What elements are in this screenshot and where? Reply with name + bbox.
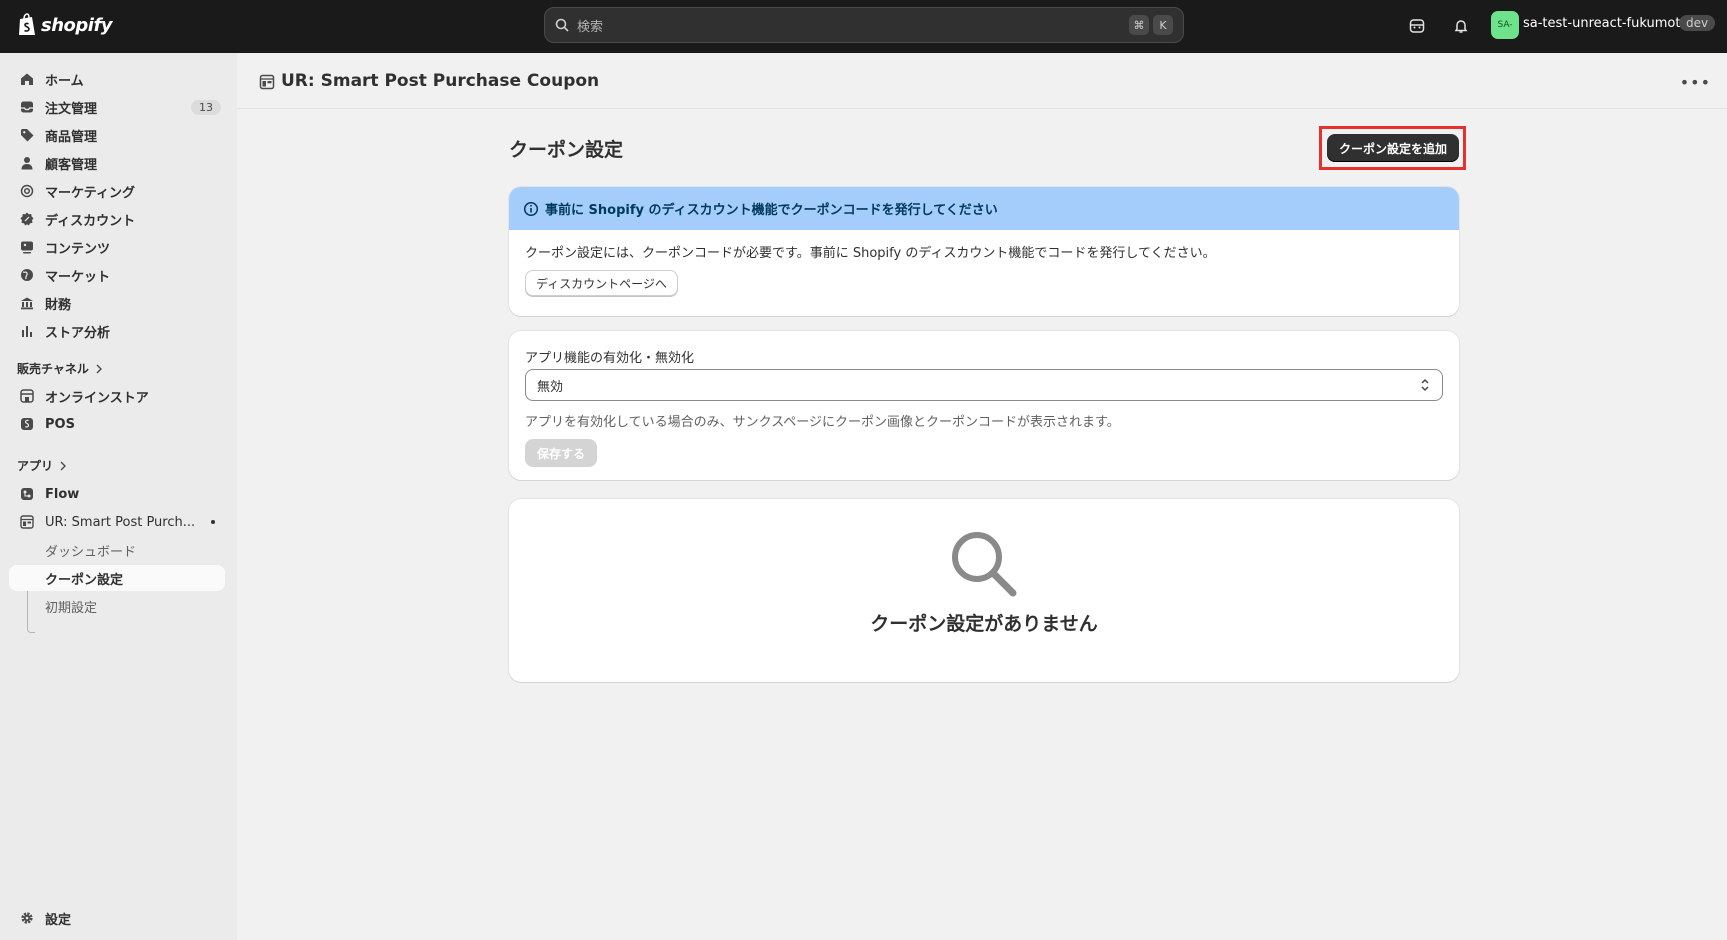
sidebar-item-label: ストア分析 [45, 325, 111, 341]
shortcut-k-key: K [1153, 15, 1173, 35]
discount-page-button[interactable]: ディスカウントページへ [525, 270, 678, 296]
chevron-right-icon [96, 364, 102, 373]
sidebar-item-label: ディスカウント [45, 213, 136, 229]
select-chevron-icon [1421, 378, 1429, 392]
page-title: UR: Smart Post Purchase Coupon [281, 71, 600, 91]
tree-corner [27, 627, 35, 633]
flow-icon [19, 486, 35, 502]
sidebar-item-pos[interactable]: POS [9, 411, 225, 437]
shopify-logo[interactable]: shopify [17, 13, 113, 37]
sidebar-item-label: UR: Smart Post Purch... [45, 514, 196, 530]
sidebar-item-label: ダッシュボード [45, 544, 137, 560]
sidebar-item-orders[interactable]: 注文管理 13 [9, 94, 225, 120]
sidebar-item-label: 初期設定 [45, 600, 98, 616]
orders-count-badge: 13 [191, 99, 221, 115]
search-bar[interactable]: 検索 ⌘ K [544, 7, 1184, 43]
sidebar-item-label: ホーム [45, 73, 84, 89]
toggle-field-label: アプリ機能の有効化・無効化 [525, 351, 695, 366]
sidebar-item-label: 注文管理 [45, 101, 98, 117]
sidebar-item-markets[interactable]: マーケット [9, 262, 225, 288]
add-coupon-setting-button[interactable]: クーポン設定を追加 [1327, 134, 1459, 162]
pin-dot [211, 520, 215, 524]
sidebar-subitem-initial-settings[interactable]: 初期設定 [9, 593, 225, 619]
pos-icon [19, 416, 35, 432]
sidebar-item-analytics[interactable]: ストア分析 [9, 318, 225, 344]
sidebar-item-smart-post-purchase[interactable]: UR: Smart Post Purch... [9, 509, 225, 535]
more-actions-icon[interactable]: ••• [1680, 73, 1711, 92]
logo-text: shopify [41, 14, 113, 36]
bank-icon [19, 295, 35, 311]
sidebar-item-label: コンテンツ [45, 241, 111, 257]
app-toggle-card: アプリ機能の有効化・無効化 無効 アプリを有効化している場合のみ、サンクスページ… [509, 331, 1459, 480]
banner-title: 事前に Shopify のディスカウント機能でクーポンコードを発行してください [545, 203, 998, 218]
save-button[interactable]: 保存する [525, 439, 597, 467]
sidebar-item-settings[interactable]: 設定 [9, 905, 225, 931]
sidebar-item-marketing[interactable]: マーケティング [9, 178, 225, 204]
toggle-help-text: アプリを有効化している場合のみ、サンクスページにクーポン画像とクーポンコードが表… [525, 415, 1120, 430]
target-icon [19, 183, 35, 199]
sidebar-item-finance[interactable]: 財務 [9, 290, 225, 316]
store-name[interactable]: sa-test-unreact-fukumoto [1523, 16, 1688, 31]
person-icon [19, 155, 35, 171]
empty-state-card: クーポン設定がありません [509, 499, 1459, 682]
search-icon [952, 532, 1017, 597]
app-icon [19, 514, 35, 530]
app-status-select[interactable]: 無効 [525, 369, 1443, 401]
sidebar-item-flow[interactable]: Flow [9, 481, 225, 507]
apps-heading[interactable]: アプリ [17, 457, 67, 474]
info-banner: 事前に Shopify のディスカウント機能でクーポンコードを発行してください … [509, 187, 1459, 316]
sidebar-item-label: POS [45, 416, 75, 432]
tag-icon [19, 127, 35, 143]
main-content: UR: Smart Post Purchase Coupon ••• クーポン設… [237, 53, 1727, 940]
search-placeholder: 検索 [577, 19, 604, 35]
sidebar-item-products[interactable]: 商品管理 [9, 122, 225, 148]
banner-header: 事前に Shopify のディスカウント機能でクーポンコードを発行してください [509, 187, 1459, 230]
empty-state-text: クーポン設定がありません [870, 613, 1098, 635]
app-icon [259, 74, 275, 90]
sidebar-item-discounts[interactable]: ディスカウント [9, 206, 225, 232]
sidebar-item-label: 財務 [45, 297, 72, 313]
search-icon [555, 18, 569, 32]
select-value: 無効 [537, 379, 564, 395]
sidebar-item-label: マーケティング [45, 185, 135, 201]
bell-icon[interactable] [1450, 15, 1472, 37]
sidebar-item-online-store[interactable]: オンラインストア [9, 383, 225, 409]
section-title: クーポン設定 [509, 139, 624, 161]
home-icon [19, 71, 35, 87]
sidebar-item-label: マーケット [45, 269, 111, 285]
sales-channels-heading-label: 販売チャネル [17, 362, 89, 376]
shortcut-cmd-key: ⌘ [1129, 15, 1149, 35]
sidebar-item-label: Flow [45, 486, 80, 502]
dev-badge: dev [1679, 15, 1716, 31]
storefront-icon [19, 388, 35, 404]
banner-text: クーポン設定には、クーポンコードが必要です。事前に Shopify のディスカウ… [525, 246, 1216, 261]
discount-icon [19, 211, 35, 227]
sidebar: ホーム 注文管理 13 商品管理 顧客管理 マーケティング ディスカウント コン… [0, 53, 237, 940]
sidebar-item-label: 顧客管理 [45, 157, 98, 173]
sidebar-item-label: 商品管理 [45, 129, 98, 145]
content-icon [19, 239, 35, 255]
page-header: UR: Smart Post Purchase Coupon ••• [237, 53, 1727, 109]
sidekick-icon[interactable] [1406, 15, 1428, 37]
sidebar-item-label: オンラインストア [45, 390, 149, 406]
sales-channels-heading[interactable]: 販売チャネル [17, 360, 103, 377]
sidebar-item-content[interactable]: コンテンツ [9, 234, 225, 260]
top-bar: shopify 検索 ⌘ K SA- sa-test-unreact-fukum… [0, 0, 1727, 53]
sidebar-subitem-dashboard[interactable]: ダッシュボード [9, 537, 225, 563]
sidebar-item-label: 設定 [45, 912, 72, 928]
sidebar-subitem-coupon-settings[interactable]: クーポン設定 [9, 565, 225, 591]
sidebar-item-label: クーポン設定 [45, 572, 124, 588]
store-avatar[interactable]: SA- [1491, 11, 1519, 39]
sidebar-item-customers[interactable]: 顧客管理 [9, 150, 225, 176]
sidebar-item-home[interactable]: ホーム [9, 66, 225, 92]
bar-chart-icon [19, 323, 35, 339]
apps-heading-label: アプリ [17, 459, 54, 473]
info-icon [523, 201, 539, 216]
globe-icon [19, 267, 35, 283]
gear-icon [19, 910, 35, 926]
inbox-icon [19, 99, 35, 115]
shopify-bag-icon [19, 13, 35, 35]
chevron-right-icon [60, 461, 67, 470]
